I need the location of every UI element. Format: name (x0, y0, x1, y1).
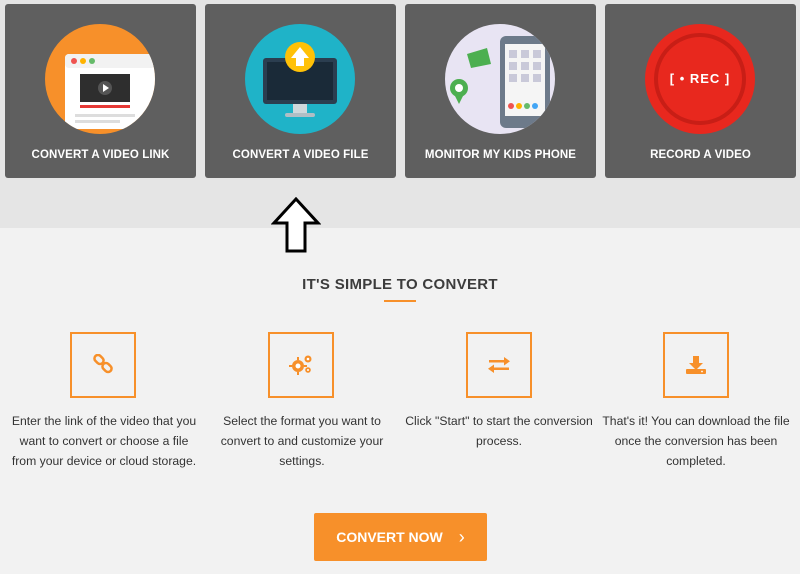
section-title: IT'S SIMPLE TO CONVERT (302, 276, 498, 293)
record-video-card[interactable]: [ • REC ] RECORD A VIDEO (605, 4, 796, 178)
link-icon (70, 332, 136, 398)
title-underline (384, 300, 416, 302)
card-label: CONVERT A VIDEO LINK (31, 149, 170, 161)
convert-now-button[interactable]: CONVERT NOW › (314, 513, 487, 561)
step-text: That's it! You can download the file onc… (602, 414, 790, 468)
swap-arrows-icon (466, 332, 532, 398)
convert-video-link-card[interactable]: CONVERT A VIDEO LINK (5, 4, 196, 178)
monitor-upload-icon (245, 24, 355, 134)
rec-text: [ • REC ] (669, 71, 731, 86)
browser-video-icon (45, 24, 155, 134)
chevron-right-icon: › (458, 526, 465, 547)
gears-icon (268, 332, 334, 398)
convert-now-label: CONVERT NOW (336, 529, 443, 545)
card-label: MONITOR MY KIDS PHONE (424, 149, 577, 161)
up-arrow-icon (270, 196, 322, 258)
phone-location-icon (445, 24, 555, 134)
monitor-kids-phone-card[interactable]: MONITOR MY KIDS PHONE (405, 4, 596, 178)
download-icon (663, 332, 729, 398)
convert-video-file-card[interactable]: CONVERT A VIDEO FILE (205, 4, 396, 178)
step-text: Select the format you want to convert to… (220, 414, 384, 468)
step-text: Enter the link of the video that you wan… (11, 414, 197, 468)
card-label: RECORD A VIDEO (650, 149, 751, 161)
step-text: Click "Start" to start the conversion pr… (405, 414, 593, 448)
card-label: CONVERT A VIDEO FILE (232, 149, 369, 161)
record-icon: [ • REC ] (645, 24, 755, 134)
